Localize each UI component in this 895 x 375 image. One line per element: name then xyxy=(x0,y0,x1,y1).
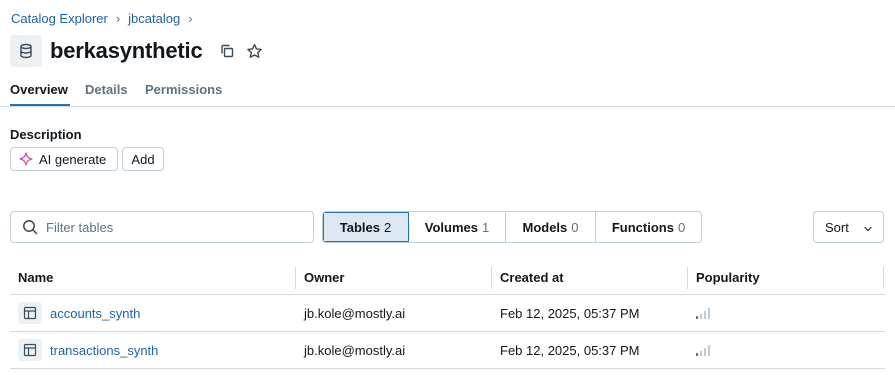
segment-volumes[interactable]: Volumes 1 xyxy=(409,212,506,242)
segment-count: 0 xyxy=(571,219,579,235)
popularity-bars-icon xyxy=(696,345,712,360)
breadcrumb-jbcatalog[interactable]: jbcatalog xyxy=(128,11,180,26)
sort-button[interactable]: Sort xyxy=(813,211,884,243)
tab-details[interactable]: Details xyxy=(85,82,128,97)
column-header-owner[interactable]: Owner xyxy=(304,270,344,285)
table-name-link[interactable]: accounts_synth xyxy=(50,306,140,321)
add-description-button[interactable]: Add xyxy=(122,147,164,171)
title-row: berkasynthetic xyxy=(10,35,265,67)
created-at-cell: Feb 12, 2025, 05:37 PM xyxy=(500,306,640,321)
table-header: Name Owner Created at Popularity xyxy=(10,261,885,295)
owner-cell: jb.kole@mostly.ai xyxy=(304,306,406,321)
owner-cell: jb.kole@mostly.ai xyxy=(304,343,406,358)
active-tab-indicator xyxy=(10,104,70,106)
search-icon xyxy=(22,219,38,235)
ai-generate-button[interactable]: AI generate xyxy=(10,147,118,171)
segment-label: Tables xyxy=(339,219,380,235)
segment-count: 0 xyxy=(677,219,686,235)
column-header-popularity[interactable]: Popularity xyxy=(696,270,760,285)
segment-functions[interactable]: Functions 0 xyxy=(596,212,701,242)
segment-label: Functions xyxy=(611,219,674,235)
segment-count: 1 xyxy=(481,219,490,235)
chevron-down-icon xyxy=(863,222,873,237)
table-row: transactions_synth jb.kole@mostly.ai Feb… xyxy=(10,332,885,369)
tab-permissions[interactable]: Permissions xyxy=(145,82,222,97)
ai-generate-label: AI generate xyxy=(39,151,107,167)
segment-tables[interactable]: Tables 2 xyxy=(323,212,409,242)
sparkle-icon xyxy=(19,152,33,166)
table-name-link[interactable]: transactions_synth xyxy=(50,343,158,358)
database-icon xyxy=(10,35,42,67)
asset-type-segmented-control: Tables 2 Volumes 1 Models 0 Functions 0 xyxy=(322,211,702,243)
tab-bar: Overview Details Permissions xyxy=(0,78,895,107)
column-divider[interactable] xyxy=(687,267,688,289)
segment-models[interactable]: Models 0 xyxy=(506,212,596,242)
table-icon xyxy=(18,302,42,324)
filter-tables-field xyxy=(10,211,314,243)
star-icon[interactable] xyxy=(245,41,265,61)
segment-label: Models xyxy=(522,219,568,235)
tab-overview[interactable]: Overview xyxy=(10,82,68,97)
breadcrumb-separator: › xyxy=(115,11,121,26)
breadcrumb: Catalog Explorer › jbcatalog › xyxy=(11,11,201,26)
breadcrumb-catalog-explorer[interactable]: Catalog Explorer xyxy=(11,11,108,26)
column-header-name[interactable]: Name xyxy=(18,270,53,285)
page-title: berkasynthetic xyxy=(50,38,203,63)
description-label: Description xyxy=(10,127,82,142)
table-row: accounts_synth jb.kole@mostly.ai Feb 12,… xyxy=(10,295,885,332)
column-divider[interactable] xyxy=(295,267,296,289)
table-icon xyxy=(18,339,42,361)
segment-label: Volumes xyxy=(424,219,478,235)
column-header-created-at[interactable]: Created at xyxy=(500,270,564,285)
tables-table: Name Owner Created at Popularity account… xyxy=(10,261,885,369)
segment-count: 2 xyxy=(383,219,392,235)
filter-tables-input[interactable] xyxy=(46,219,296,235)
breadcrumb-separator: › xyxy=(188,11,193,26)
column-divider[interactable] xyxy=(883,267,884,289)
copy-icon[interactable] xyxy=(217,41,237,61)
column-divider[interactable] xyxy=(491,267,492,289)
created-at-cell: Feb 12, 2025, 05:37 PM xyxy=(500,343,640,358)
popularity-bars-icon xyxy=(696,308,712,323)
sort-label: Sort xyxy=(825,219,849,235)
